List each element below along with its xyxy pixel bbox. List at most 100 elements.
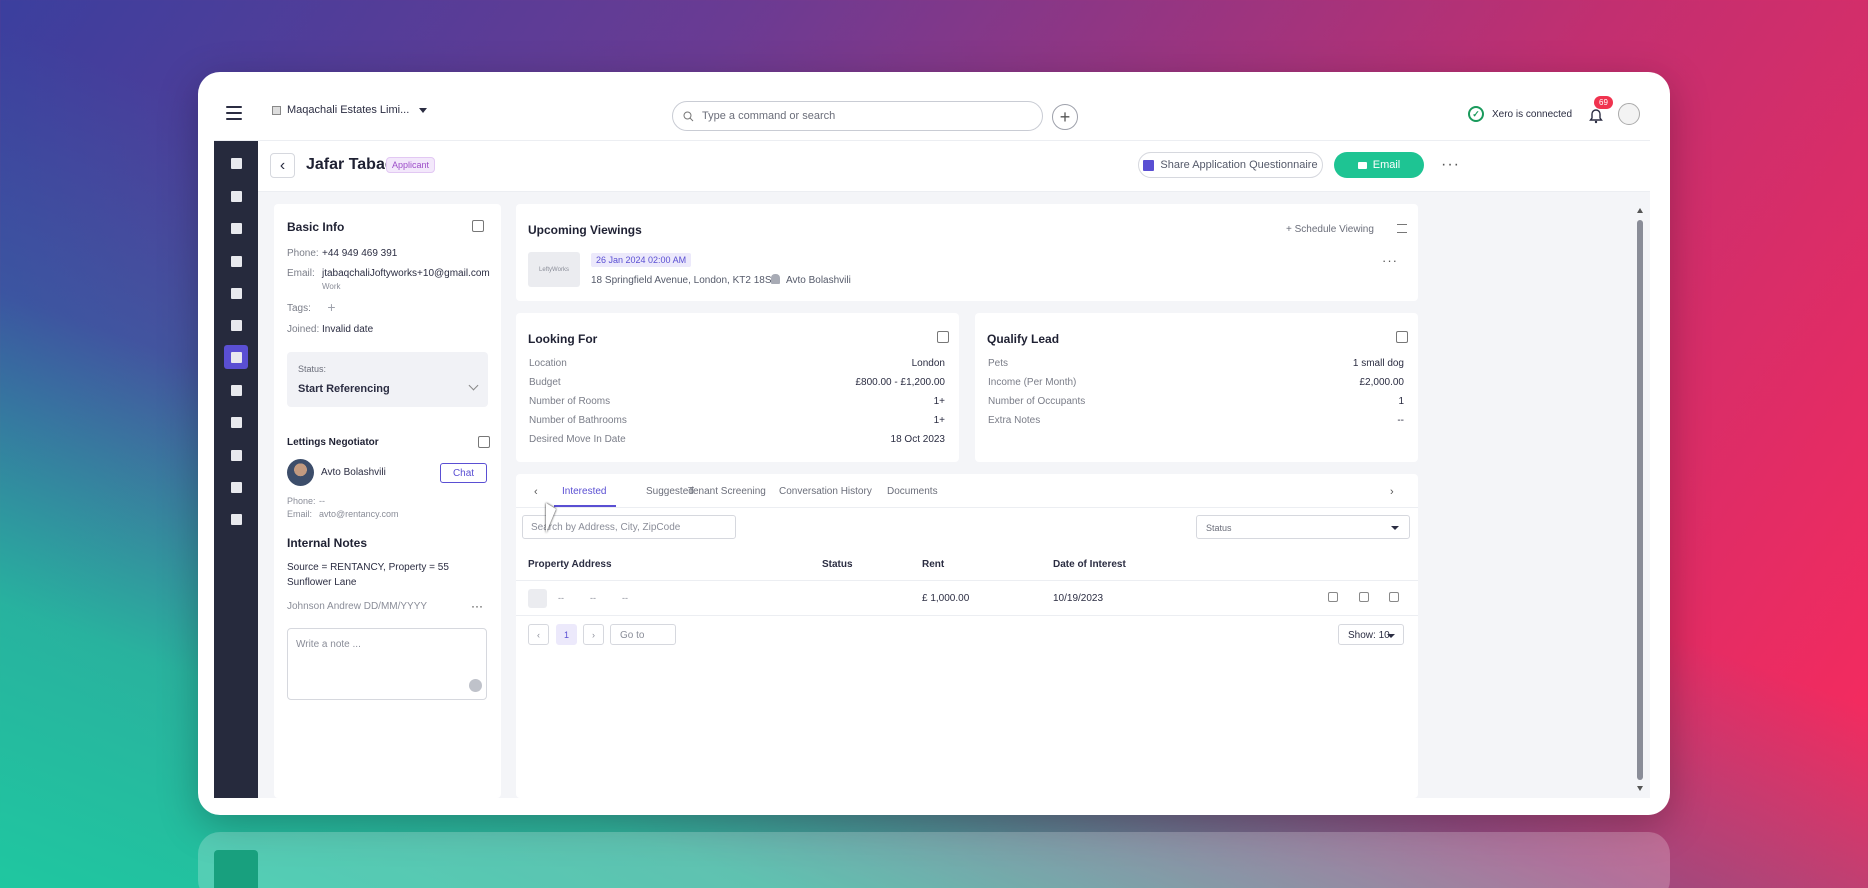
looking-for-card: Looking For Location London Budget £800.… <box>516 313 959 462</box>
command-search-input[interactable] <box>702 110 1002 122</box>
viewing-address: 18 Springfield Avenue, London, KT2 18SA <box>591 275 779 286</box>
internal-notes-title: Internal Notes <box>287 536 368 550</box>
send-note-icon[interactable] <box>469 679 482 692</box>
caret-down-icon <box>1387 634 1395 638</box>
command-search[interactable] <box>672 101 1043 131</box>
looking-for-title: Looking For <box>528 332 598 346</box>
status-filter[interactable]: Status <box>1196 515 1410 539</box>
properties-icon[interactable] <box>224 216 248 240</box>
edit-qualify-lead-icon[interactable] <box>1396 331 1408 343</box>
email-type: Work <box>322 282 341 291</box>
note-input[interactable] <box>296 639 466 679</box>
status-select[interactable]: Status: Start Referencing <box>287 352 488 407</box>
viewing-options-icon[interactable]: ··· <box>1382 253 1398 268</box>
add-tag-icon[interactable]: + <box>325 300 338 314</box>
scrollbar-thumb[interactable] <box>1637 220 1643 780</box>
negotiator-phone: -- <box>319 496 325 506</box>
caret-down-icon <box>419 107 428 113</box>
tab-tenant-screening[interactable]: Tenant Screening <box>688 486 766 497</box>
company-selector[interactable]: Maqachali Estates Limi... <box>272 104 428 116</box>
date-of-interest: 10/19/2023 <box>1053 593 1104 604</box>
tab-interested[interactable]: Interested <box>562 486 606 497</box>
negotiator-phone-label: Phone: <box>287 496 316 506</box>
upcoming-viewings-card: Upcoming Viewings + Schedule Viewing Lef… <box>516 204 1418 301</box>
qualify-lead-value: 1 small dog <box>1352 358 1404 369</box>
page-title: Jafar Tabaq <box>306 156 395 173</box>
edit-negotiator-icon[interactable] <box>478 436 490 448</box>
column-header: Rent <box>922 559 945 570</box>
contacts-icon[interactable] <box>224 345 248 369</box>
active-tab-indicator <box>554 505 616 507</box>
tasks-icon[interactable] <box>224 313 248 337</box>
note-editor[interactable] <box>287 628 487 700</box>
next-page-button[interactable]: › <box>583 624 604 645</box>
dashboard-icon[interactable] <box>224 151 248 175</box>
back-button[interactable]: ‹ <box>270 153 295 178</box>
messages-icon[interactable] <box>224 184 248 208</box>
mouse-cursor <box>546 503 556 533</box>
baths-count: -- <box>590 593 596 603</box>
property-thumbnail: LeftyWorks <box>528 252 580 287</box>
table-row[interactable]: -- -- -- £ 1,000.00 10/19/2023 <box>516 581 1418 616</box>
documents-icon[interactable] <box>224 249 248 273</box>
check-circle-icon: ✓ <box>1468 106 1484 122</box>
reports-icon[interactable] <box>224 443 248 467</box>
user-avatar[interactable] <box>1618 103 1640 125</box>
people-icon[interactable] <box>224 378 248 402</box>
negotiator-email-label: Email: <box>287 509 313 519</box>
scroll-up-icon[interactable] <box>1637 208 1643 213</box>
looking-for-value: 1+ <box>933 415 945 426</box>
status-filter-label: Status <box>1206 523 1232 533</box>
email-value[interactable]: jtabaqchaliJoftyworks+10@gmail.com <box>322 268 490 279</box>
viewing-agent: Avto Bolashvili <box>786 275 851 286</box>
tab-documents[interactable]: Documents <box>887 486 938 497</box>
tab-suggested[interactable]: Suggested <box>646 486 694 497</box>
analytics-icon[interactable] <box>224 475 248 499</box>
scroll-down-icon[interactable] <box>1637 786 1643 791</box>
schedule-viewing-button[interactable]: + Schedule Viewing <box>1286 224 1374 235</box>
edit-basic-info-icon[interactable] <box>472 220 484 232</box>
looking-for-label: Number of Rooms <box>529 396 611 407</box>
looking-for-label: Number of Bathrooms <box>529 415 627 426</box>
link-icon[interactable] <box>1359 592 1369 602</box>
more-options-icon[interactable]: ··· <box>1441 156 1460 174</box>
bank-icon[interactable] <box>224 410 248 434</box>
applicant-tag: Applicant <box>386 157 436 173</box>
email-button-label: Email <box>1372 159 1401 171</box>
go-to-page-input[interactable]: Go to <box>610 624 676 645</box>
email-button[interactable]: Email <box>1334 152 1424 178</box>
negotiator-avatar <box>287 459 314 486</box>
settings-icon[interactable] <box>224 507 248 531</box>
looking-for-value: 18 Oct 2023 <box>890 434 945 445</box>
prev-page-button[interactable]: ‹ <box>528 624 549 645</box>
share-questionnaire-button[interactable]: Share Application Questionnaire <box>1138 152 1323 178</box>
page-header: ‹ Jafar Tabaq Applicant Share Applicatio… <box>258 141 1650 192</box>
add-icon[interactable]: + <box>1052 104 1078 130</box>
bell-icon[interactable] <box>1588 108 1604 124</box>
scrollbar[interactable] <box>1637 208 1643 798</box>
edit-looking-for-icon[interactable] <box>937 331 949 343</box>
tab-conversation-history[interactable]: Conversation History <box>779 486 872 497</box>
column-header: Property Address <box>528 559 612 570</box>
window-reflection <box>198 832 1670 888</box>
negotiator-email[interactable]: avto@rentancy.com <box>319 509 399 519</box>
send-icon[interactable] <box>1328 592 1338 602</box>
chat-button[interactable]: Chat <box>440 463 487 483</box>
trash-icon[interactable] <box>1389 592 1399 602</box>
app-shell: Maqachali Estates Limi... + ✓ Xero is co… <box>214 88 1650 798</box>
beds-count: -- <box>558 593 564 603</box>
note-options-icon[interactable]: ··· <box>471 599 483 613</box>
tab-scroll-right-icon[interactable]: › <box>1390 486 1394 498</box>
notification-badge: 69 <box>1594 96 1613 109</box>
company-name: Maqachali Estates Limi... <box>287 104 410 116</box>
menu-icon[interactable] <box>226 106 242 120</box>
page-size-select[interactable]: Show: 10 <box>1338 624 1404 645</box>
reflection-sidebar <box>214 850 258 888</box>
looking-for-value: £800.00 - £1,200.00 <box>855 377 945 388</box>
page-button[interactable]: 1 <box>556 624 577 645</box>
tab-scroll-left-icon[interactable]: ‹ <box>534 486 538 498</box>
calendar-icon[interactable] <box>224 281 248 305</box>
list-settings-icon[interactable] <box>1397 224 1407 233</box>
internal-note-text: Source = RENTANCY, Property = 55 Sunflow… <box>287 562 449 588</box>
phone-value: +44 949 469 391 <box>322 248 398 259</box>
